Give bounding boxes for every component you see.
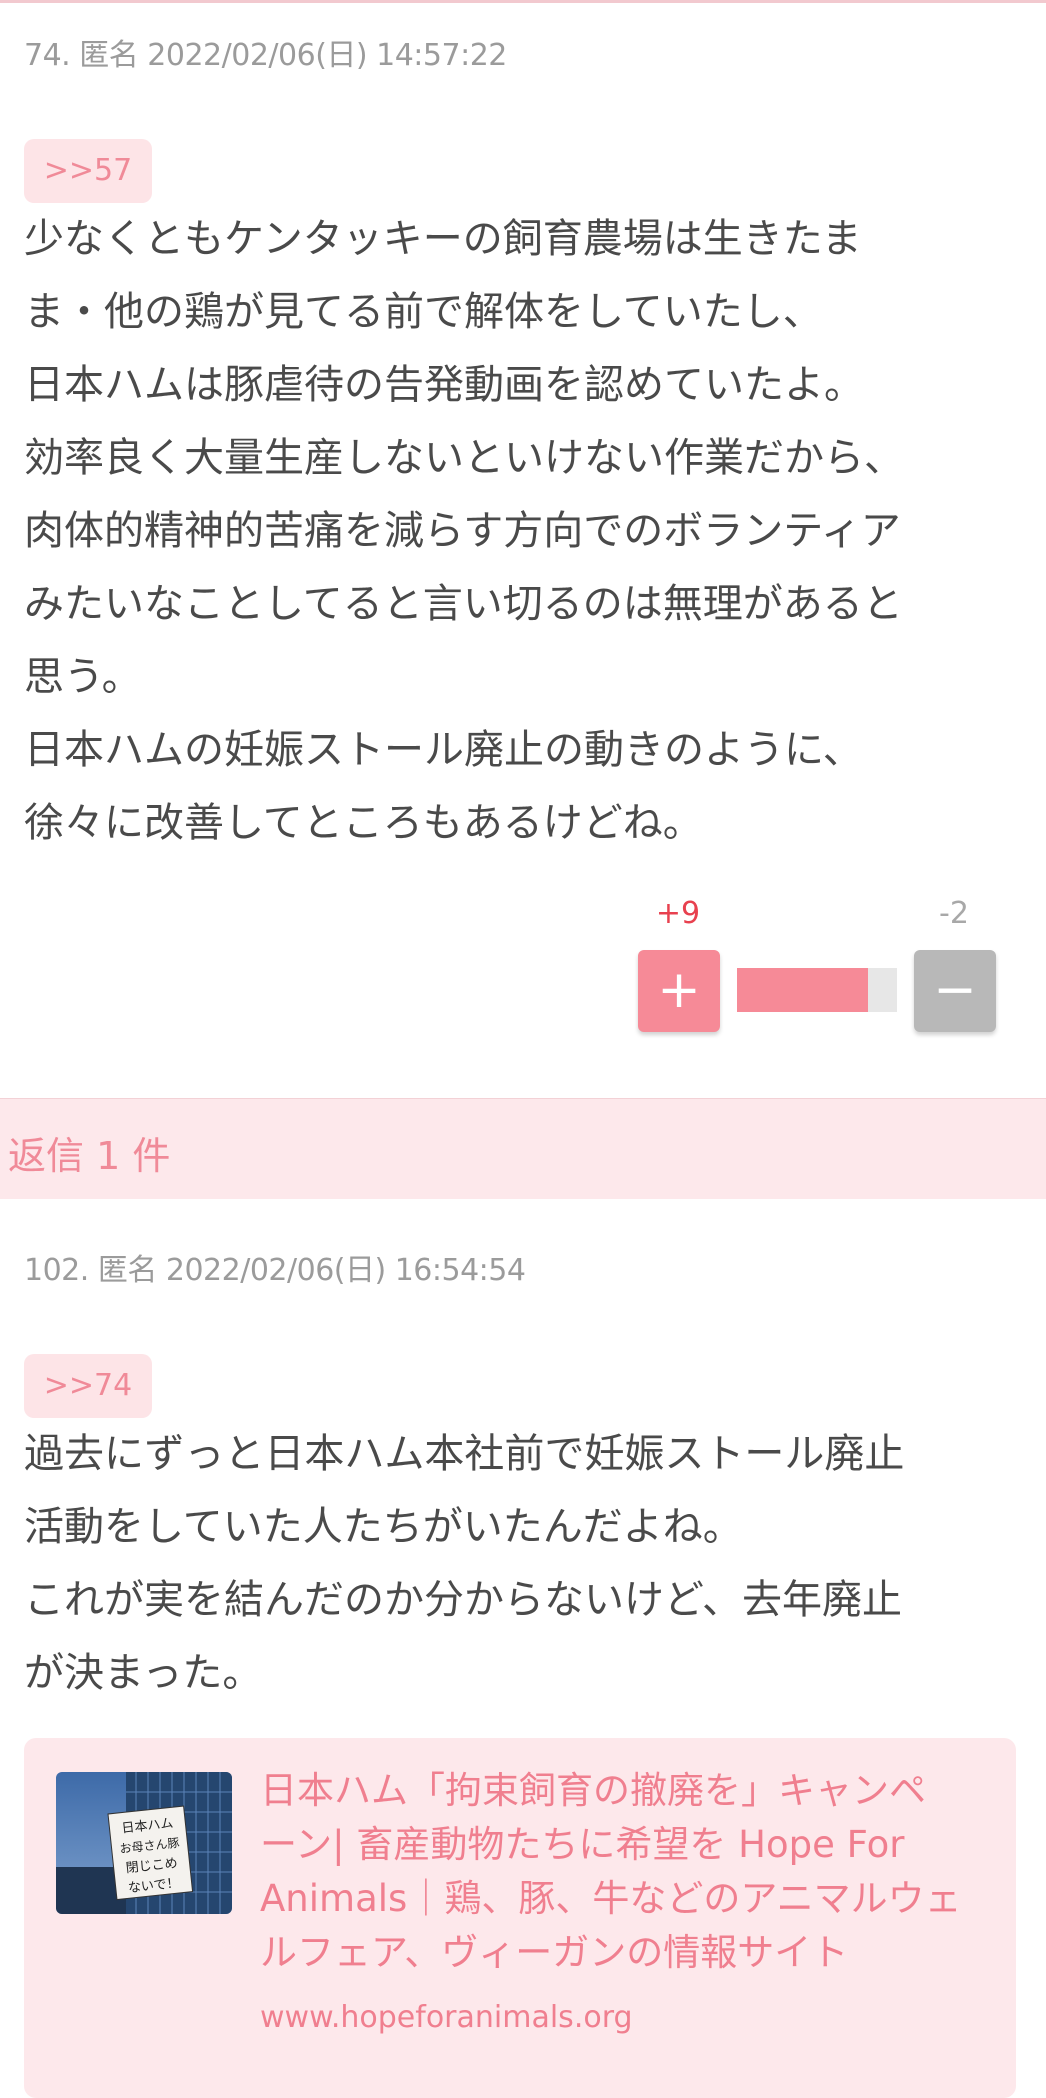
link-title[interactable]: 日本ハム「拘束飼育の撤廃を」キャンペ ーン| 畜産動物たちに希望を Hope F…	[260, 1764, 990, 1980]
comment-line: 過去にずっと日本ハム本社前で妊娠ストール廃止	[24, 1431, 905, 1477]
link-title-line: ルフェア、ヴィーガンの情報サイト	[260, 1931, 849, 1974]
minus-vote-count: -2	[939, 896, 969, 931]
comment-line: 効率良く大量生産しないといけない作業だから、	[24, 435, 904, 481]
comment-line: が決まった。	[24, 1650, 263, 1696]
comment-line: 徐々に改善してところもあるけどね。	[24, 800, 703, 846]
replies-toggle[interactable]: 返信 1 件	[0, 1098, 1046, 1199]
minus-vote-button[interactable]: −	[914, 950, 996, 1032]
plus-vote-button[interactable]: +	[638, 950, 720, 1032]
comment-line: 活動をしていた人たちがいたんだよね。	[24, 1504, 743, 1550]
vote-ratio-bar	[737, 968, 897, 1012]
link-preview-card[interactable]: 日本ハム お母さん豚 閉じこめ ないで！ 日本ハム「拘束飼育の撤廃を」キャンペ …	[24, 1738, 1016, 2098]
link-title-line: Animals｜鶏、豚、牛などのアニマルウェ	[260, 1877, 962, 1920]
comment-line: 日本ハムの妊娠ストール廃止の動きのように、	[24, 727, 863, 773]
link-url[interactable]: www.hopeforanimals.org	[260, 2000, 633, 2035]
comment-line: これが実を結んだのか分からないけど、去年廃止	[24, 1577, 902, 1623]
comment-line: 少なくともケンタッキーの飼育農場は生きたま	[24, 216, 862, 262]
link-thumbnail: 日本ハム お母さん豚 閉じこめ ないで！	[56, 1772, 232, 1914]
replies-count-label: 返信 1 件	[8, 1134, 171, 1178]
plus-icon: +	[657, 960, 701, 1020]
building-photo-icon: 日本ハム お母さん豚 閉じこめ ないで！	[56, 1772, 232, 1914]
comment-body: 過去にずっと日本ハム本社前で妊娠ストール廃止 活動をしていた人たちがいたんだよね…	[24, 1418, 1024, 1710]
comment-meta: 102. 匿名 2022/02/06(日) 16:54:54	[24, 1253, 526, 1288]
comment-line: ま・他の鶏が見てる前で解体をしていたし、	[24, 289, 823, 335]
comment-meta: 74. 匿名 2022/02/06(日) 14:57:22	[24, 38, 507, 73]
reply-anchor-link[interactable]: >>57	[24, 139, 152, 203]
plus-vote-count: +9	[655, 896, 701, 931]
top-accent-line	[0, 0, 1046, 3]
reply-anchor-link[interactable]: >>74	[24, 1354, 152, 1418]
comment-line: みたいなことしてると言い切るのは無理があると	[24, 581, 903, 627]
comment-body: 少なくともケンタッキーの飼育農場は生きたま ま・他の鶏が見てる前で解体をしていた…	[24, 203, 1024, 860]
minus-icon: −	[933, 960, 977, 1020]
link-title-line: ーン| 畜産動物たちに希望を Hope For	[260, 1823, 905, 1866]
comment-line: 日本ハムは豚虐待の告発動画を認めていたよ。	[24, 362, 864, 408]
comment-line: 肉体的精神的苦痛を減らす方向でのボランティア	[24, 508, 901, 554]
vote-ratio-fill	[737, 968, 869, 1012]
comment-line: 思う。	[24, 654, 142, 700]
link-title-line: 日本ハム「拘束飼育の撤廃を」キャンペ	[260, 1769, 926, 1812]
